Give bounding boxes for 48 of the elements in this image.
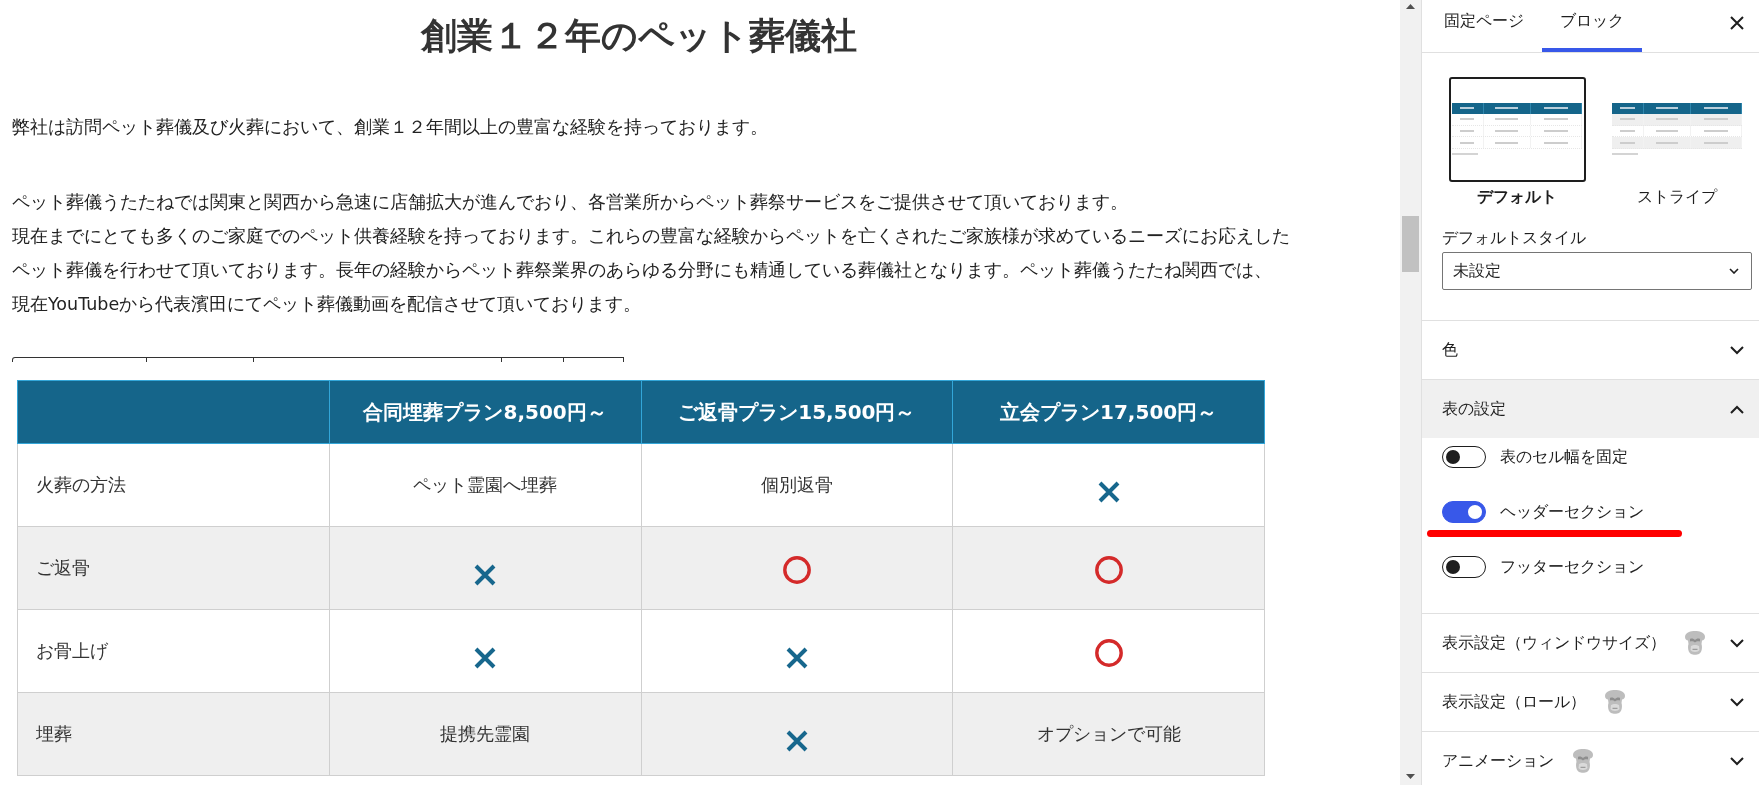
- close-icon: [1730, 16, 1744, 30]
- scroll-down-icon[interactable]: [1406, 774, 1415, 779]
- column-header: 合同埋葬プラン8,500円～: [329, 380, 641, 444]
- row-label: お骨上げ: [17, 609, 330, 693]
- chevron-down-icon: [1730, 638, 1744, 648]
- style-select[interactable]: 未設定: [1442, 252, 1752, 290]
- row-label: ご返骨: [17, 526, 330, 610]
- chevron-down-icon: [1730, 697, 1744, 707]
- toggle-switch[interactable]: [1442, 556, 1486, 578]
- table-cell: ペット霊園へ埋葬: [329, 443, 641, 527]
- column-header: ご返骨プラン15,500円～: [641, 380, 953, 444]
- paragraph: 弊社は訪問ペット葬儀及び火葬において、創業１２年間以上の豊富な経験を持っております。: [12, 116, 768, 139]
- table-cell: 個別返骨: [641, 443, 953, 527]
- cross-icon: [785, 730, 808, 752]
- page-heading: 創業１２年のペット葬儀社: [419, 14, 858, 58]
- toggle-switch[interactable]: [1442, 446, 1486, 468]
- style-label: デフォルト: [1477, 186, 1557, 208]
- circle-icon: [782, 556, 811, 584]
- toggle-label: 表のセル幅を固定: [1500, 446, 1628, 468]
- chevron-down-icon: [1729, 268, 1739, 274]
- cross-icon: [474, 647, 497, 669]
- row-label: 埋葬: [17, 692, 330, 776]
- row-label: 火葬の方法: [17, 443, 330, 527]
- panel-header[interactable]: 表の設定: [1422, 380, 1759, 438]
- cross-icon: [474, 564, 497, 586]
- circle-icon: [1094, 639, 1123, 667]
- chevron-down-icon: [1730, 345, 1744, 355]
- style-label: ストライプ: [1637, 186, 1717, 208]
- cross-icon: [1097, 481, 1120, 503]
- chevron-up-icon: [1730, 404, 1744, 414]
- paragraph: ペット葬儀うたたねでは関東と関西から急速に店舗拡大が進んでおり、各営業所からペット葬祭サービスをご提供させて頂いております。 現在までにとても多くのご家庭でのペット供養経験を持っております。これらの豊富な経験からペットを亡くされたご家族様が求めているニーズにお応えした ペット葬儀を行わせて頂いております。長年の経験からペット葬祭業界のあらゆる分野にも精通している葬儀社となります。ペット葬儀うたたね関西では、 現在YouTubeから代表濱田にてペット葬儀動画を配信させて頂いております。: [12, 191, 1290, 316]
- table-cell: 提携先霊園: [329, 692, 641, 776]
- table-cell: オプションで可能: [952, 692, 1265, 776]
- toggle-label: フッターセクション: [1500, 556, 1644, 578]
- scrollbar[interactable]: [1400, 0, 1421, 785]
- field-label: デフォルトスタイル: [1442, 228, 1586, 248]
- circle-icon: [1094, 556, 1123, 584]
- scrollbar-thumb[interactable]: [1402, 216, 1419, 272]
- toggle-switch[interactable]: [1442, 501, 1486, 523]
- column-header: 立会プラン17,500円～: [952, 380, 1265, 444]
- scroll-up-icon[interactable]: [1406, 4, 1415, 9]
- table-style-option[interactable]: [1448, 77, 1586, 182]
- tab[interactable]: ブロック: [1542, 0, 1642, 52]
- chevron-down-icon: [1730, 756, 1744, 766]
- toggle-label: ヘッダーセクション: [1500, 501, 1644, 523]
- cross-icon: [785, 647, 808, 669]
- table-style-option[interactable]: [1612, 103, 1742, 155]
- tab[interactable]: 固定ページ: [1426, 0, 1542, 52]
